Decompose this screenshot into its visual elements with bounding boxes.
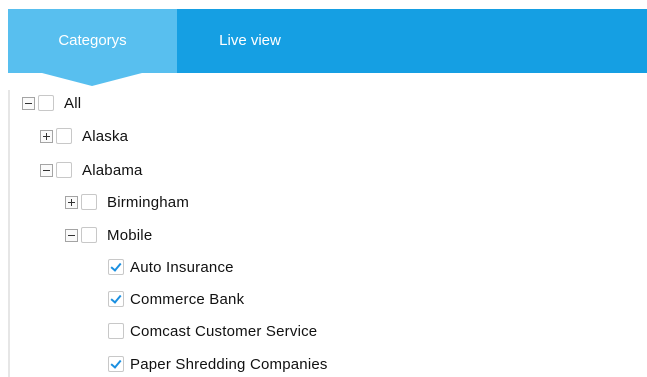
tree-node-alaska: Alaska (40, 127, 128, 145)
tree-label-comcast: Comcast Customer Service (130, 322, 318, 340)
collapse-icon[interactable] (22, 96, 35, 110)
tree-node-paper-shredding: Paper Shredding Companies (108, 355, 328, 373)
tree-label-auto-insurance: Auto Insurance (130, 258, 234, 276)
tree-node-birmingham: Birmingham (65, 193, 189, 211)
tree-label-mobile: Mobile (107, 226, 153, 244)
tree-label-commerce-bank: Commerce Bank (130, 290, 245, 308)
tree-left-border (8, 90, 10, 377)
checkbox-birmingham[interactable] (81, 194, 97, 210)
tree-label-alaska: Alaska (82, 127, 129, 145)
tab-bar: Categorys Live view (8, 9, 647, 86)
tree-node-all: All (22, 94, 81, 112)
checkbox-alaska[interactable] (56, 128, 72, 144)
tree-node-mobile: Mobile (65, 226, 152, 244)
checkbox-paper-shredding[interactable] (108, 356, 124, 372)
tree-label-alabama: Alabama (82, 161, 143, 179)
tab-live-view[interactable]: Live view (200, 9, 300, 73)
tree-node-commerce-bank: Commerce Bank (108, 290, 244, 308)
tree-node-alabama: Alabama (40, 161, 143, 179)
tree-node-comcast: Comcast Customer Service (108, 322, 317, 340)
checkbox-alabama[interactable] (56, 162, 72, 178)
checkbox-commerce-bank[interactable] (108, 291, 124, 307)
tab-categories[interactable]: Categorys (8, 9, 177, 86)
expand-icon[interactable] (65, 195, 78, 209)
tree-node-auto-insurance: Auto Insurance (108, 258, 234, 276)
expand-icon[interactable] (40, 129, 53, 143)
checkbox-all[interactable] (38, 95, 54, 111)
checkbox-mobile[interactable] (81, 227, 97, 243)
tree-label-paper-shredding: Paper Shredding Companies (130, 355, 328, 373)
collapse-icon[interactable] (40, 163, 53, 177)
tree-label-all: All (64, 94, 82, 112)
checkbox-comcast[interactable] (108, 323, 124, 339)
checkbox-auto-insurance[interactable] (108, 259, 124, 275)
collapse-icon[interactable] (65, 228, 78, 242)
tree-label-birmingham: Birmingham (107, 193, 190, 211)
